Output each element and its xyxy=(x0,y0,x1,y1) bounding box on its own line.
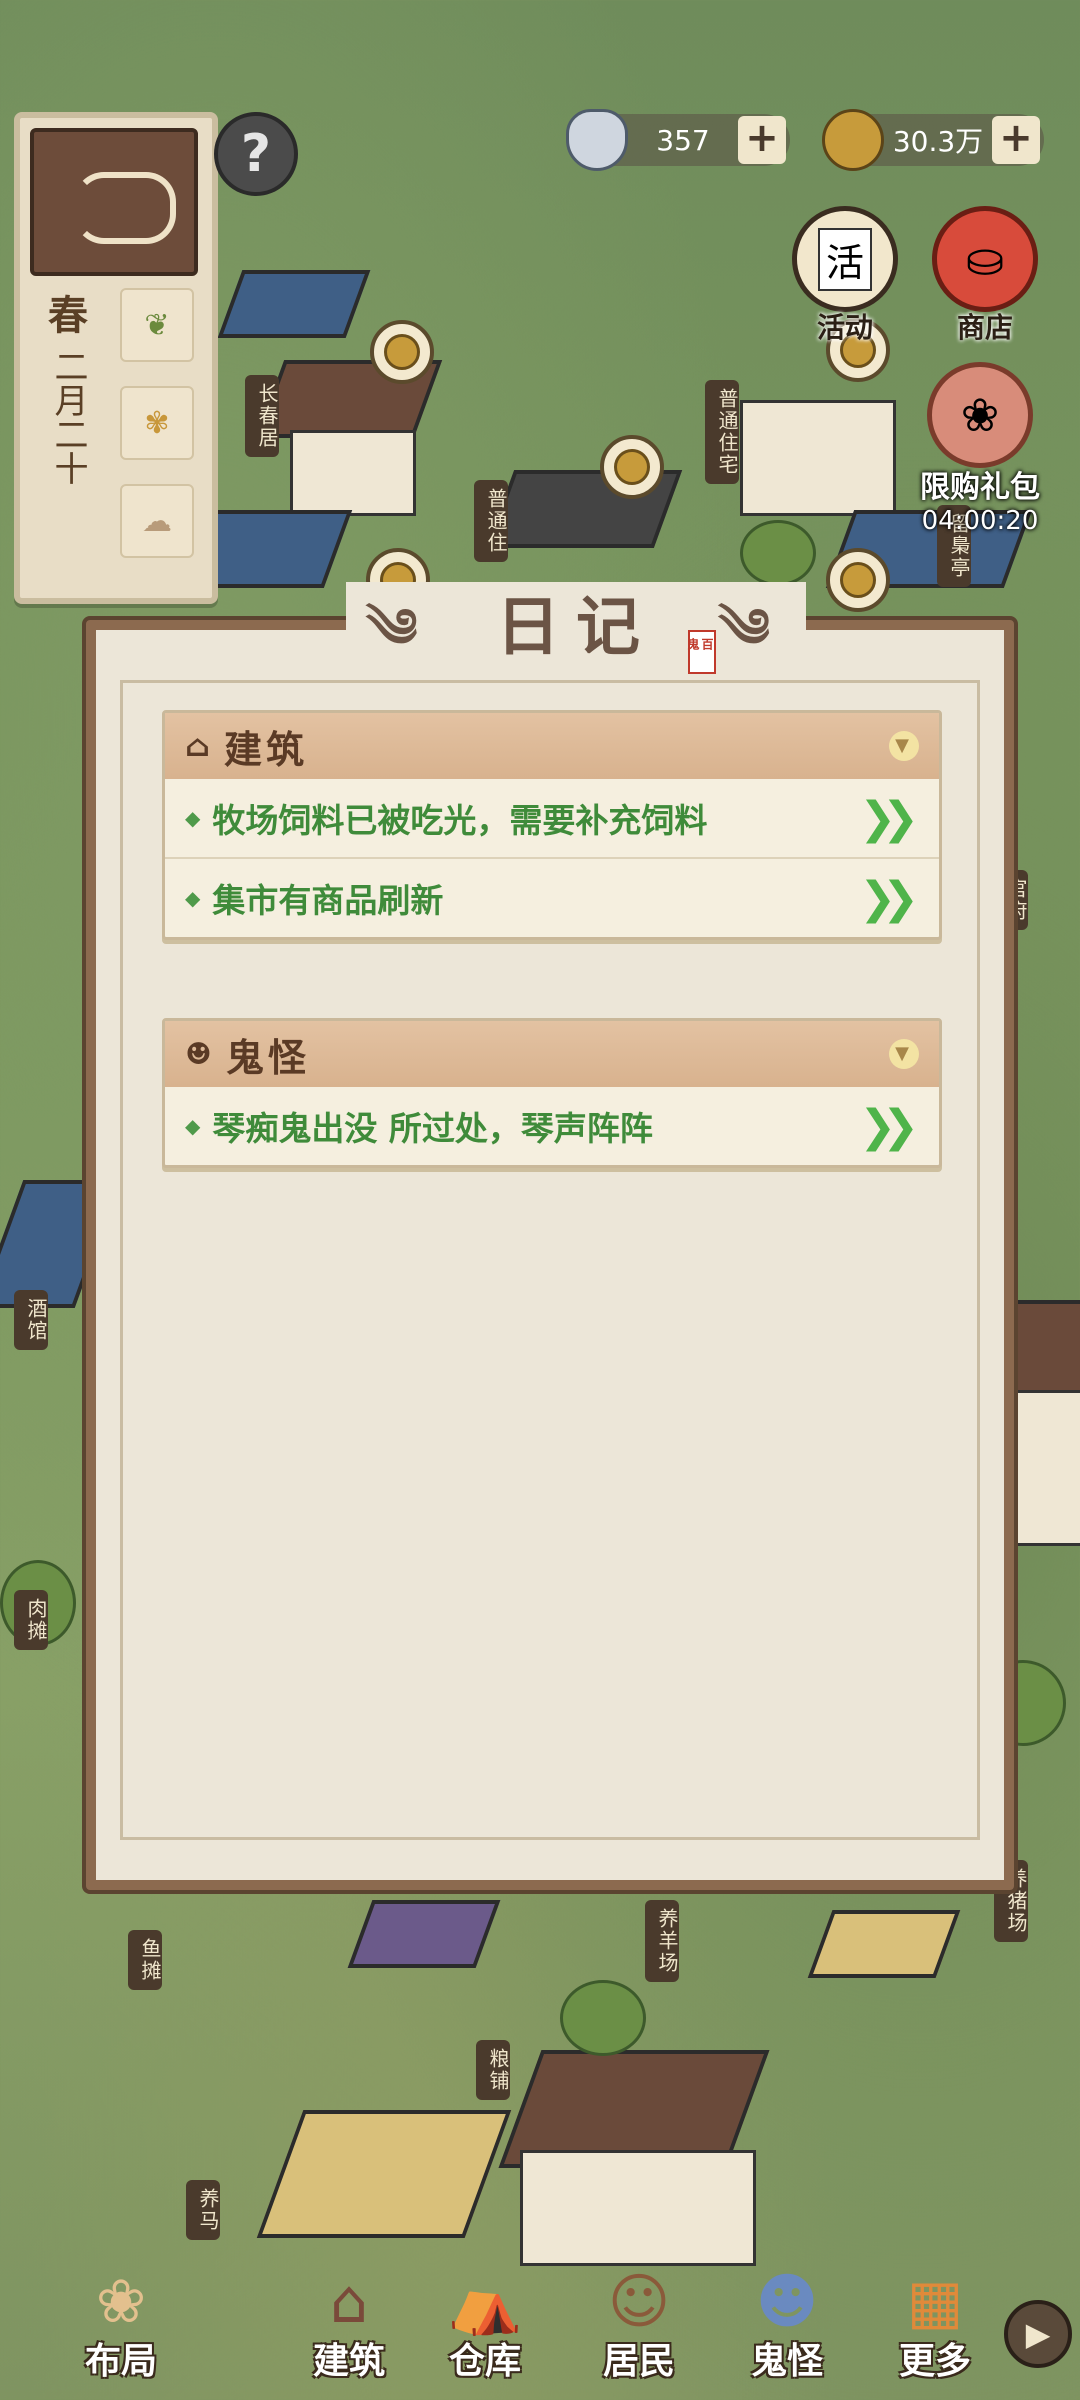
calendar-panel[interactable]: 春 二月二十 ❦ ✾ ☁ xyxy=(14,112,218,604)
nav-build[interactable]: ⌂ 建筑 xyxy=(284,2254,414,2384)
map-label[interactable]: 鱼摊 xyxy=(128,1930,162,1990)
nav-label: 仓库 xyxy=(448,2340,521,2382)
entry-text: 琴痴鬼出没 所过处，琴声阵阵 xyxy=(212,1109,653,1148)
add-coin-button[interactable]: + xyxy=(992,116,1040,164)
nav-ghosts[interactable]: ☻ 鬼怪 xyxy=(722,2254,852,2384)
nav-more[interactable]: ▦ 更多 xyxy=(870,2254,1000,2384)
help-button[interactable]: ? xyxy=(214,112,298,196)
diamond-bullet-icon: ◆ xyxy=(185,806,201,830)
ghost-icon: ☻ xyxy=(185,1036,216,1072)
diary-title: ༄ 日记 百鬼 ༄ xyxy=(346,582,806,674)
collapse-arrow-icon[interactable]: ▼ xyxy=(889,1039,919,1069)
coin-currency: 30.3万 + xyxy=(822,109,1044,171)
coin-amount: 30.3万 xyxy=(892,125,984,158)
shop-icon: ⛀ xyxy=(932,206,1038,312)
diary-entry[interactable]: ◆ 集市有商品刷新 ❯❯ xyxy=(165,859,939,937)
diamond-bullet-icon: ◆ xyxy=(185,1114,201,1138)
gift-timer: 04:00:20 xyxy=(921,506,1039,536)
tree xyxy=(740,520,816,586)
nav-layout[interactable]: ❀ 布局 xyxy=(56,2254,186,2384)
weather-box[interactable] xyxy=(30,128,198,276)
shop-button[interactable]: ⛀ 商店 xyxy=(930,206,1040,346)
wheat-icon[interactable]: ✾ xyxy=(120,386,194,460)
section-ghost: ☻ 鬼怪 ▼ ◆ 琴痴鬼出没 所过处，琴声阵阵 ❯❯ xyxy=(162,1018,942,1168)
entry-text: 集市有商品刷新 xyxy=(212,881,444,920)
roof xyxy=(217,270,371,338)
map-label[interactable]: 粮铺 xyxy=(476,2040,510,2100)
diary-modal: ༄ 日记 百鬼 ༄ ⌂ 建筑 ▼ ◆ 牧场饲料已被吃光，需要补充饲料 ❯❯ ◆ … xyxy=(86,582,1014,1890)
nav-storage[interactable]: ⛺ 仓库 xyxy=(420,2254,550,2384)
diary-entry[interactable]: ◆ 琴痴鬼出没 所过处，琴声阵阵 ❯❯ xyxy=(165,1087,939,1165)
diary-title-text: 日记 xyxy=(496,590,656,665)
scroll-icon: 活 xyxy=(792,206,898,312)
bottom-nav: ❀ 布局 ⌂ 建筑 ⛺ 仓库 ☺ 居民 ☻ 鬼怪 ▦ 更多 xyxy=(0,2230,1080,2400)
chevron-right-icon[interactable]: ▶ xyxy=(1004,2300,1072,2368)
gift-pack-button[interactable]: ❀ 限购礼包 04:00:20 xyxy=(910,362,1050,536)
add-silver-button[interactable]: + xyxy=(738,116,786,164)
seal-stamp: 百鬼 xyxy=(686,630,716,674)
entry-text: 牧场饲料已被吃光，需要补充饲料 xyxy=(212,801,708,840)
home-icon: ⌂ xyxy=(185,728,215,764)
season-label: 春 xyxy=(48,292,88,339)
nav-label: 更多 xyxy=(898,2340,971,2382)
map-label[interactable]: 养羊场 xyxy=(645,1900,679,1982)
map-label[interactable]: 长春居 xyxy=(245,375,279,457)
activity-label: 活动 xyxy=(816,311,873,344)
wind-icon xyxy=(74,172,176,244)
go-arrow-icon[interactable]: ❯❯ xyxy=(859,1101,919,1152)
gift-label: 限购礼包 xyxy=(920,470,1040,505)
silver-ingot-icon xyxy=(566,109,628,171)
gift-bag-icon: ❀ xyxy=(927,362,1033,468)
coin-bubble[interactable] xyxy=(600,435,664,499)
section-title: 建筑 xyxy=(224,726,309,772)
section-building: ⌂ 建筑 ▼ ◆ 牧场饲料已被吃光，需要补充饲料 ❯❯ ◆ 集市有商品刷新 ❯❯ xyxy=(162,710,942,940)
go-arrow-icon[interactable]: ❯❯ xyxy=(859,873,919,924)
coin-bubble[interactable] xyxy=(370,320,434,384)
nav-residents[interactable]: ☺ 居民 xyxy=(574,2254,704,2384)
swirl-icon: ༄ xyxy=(718,596,786,660)
swirl-icon: ༄ xyxy=(366,596,434,660)
go-arrow-icon[interactable]: ❯❯ xyxy=(859,793,919,844)
section-title: 鬼怪 xyxy=(225,1034,310,1080)
activity-button[interactable]: 活 活动 xyxy=(790,206,900,346)
diary-entry[interactable]: ◆ 牧场饲料已被吃光，需要补充饲料 ❯❯ xyxy=(165,779,939,859)
diamond-bullet-icon: ◆ xyxy=(185,886,201,910)
season-date: 春 二月二十 xyxy=(30,283,106,485)
silver-currency: 357 + xyxy=(566,109,790,171)
nav-label: 建筑 xyxy=(312,2340,385,2382)
silver-amount: 357 xyxy=(656,123,710,157)
map-label[interactable]: 普通住 xyxy=(474,480,508,562)
coin-icon xyxy=(822,109,884,171)
coin-bubble[interactable] xyxy=(826,548,890,612)
nav-label: 居民 xyxy=(602,2340,675,2382)
roof xyxy=(347,1900,501,1968)
collapse-arrow-icon[interactable]: ▼ xyxy=(889,731,919,761)
wall xyxy=(290,430,416,516)
map-label[interactable]: 肉摊 xyxy=(14,1590,48,1650)
roof xyxy=(256,2110,512,2238)
sprout-icon[interactable]: ❦ xyxy=(120,288,194,362)
nav-label: 鬼怪 xyxy=(750,2340,823,2382)
nav-label: 布局 xyxy=(84,2340,157,2382)
map-label[interactable]: 普通住宅 xyxy=(705,380,739,484)
cloud-icon[interactable]: ☁ xyxy=(120,484,194,558)
section-header[interactable]: ⌂ 建筑 ▼ xyxy=(165,713,939,779)
wall xyxy=(740,400,896,516)
map-label[interactable]: 酒馆 xyxy=(14,1290,48,1350)
date-label: 二月二十 xyxy=(48,349,88,485)
tree xyxy=(560,1980,646,2056)
shop-label: 商店 xyxy=(956,311,1013,344)
section-header[interactable]: ☻ 鬼怪 ▼ xyxy=(165,1021,939,1087)
roof xyxy=(807,1910,961,1978)
